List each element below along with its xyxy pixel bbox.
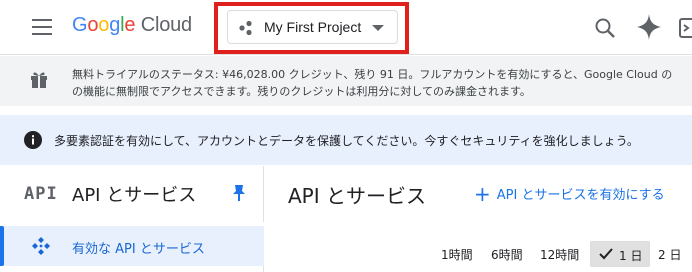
check-icon (599, 248, 613, 260)
time-range-6h[interactable]: 6時間 (491, 246, 523, 263)
time-range-1d-label: 1 日 (619, 249, 643, 263)
logo-letter: o (98, 14, 110, 36)
logo-product: Cloud (140, 14, 192, 36)
google-cloud-logo[interactable]: Google Cloud (72, 14, 192, 37)
top-bar: Google Cloud My First Project (0, 0, 692, 55)
gemini-spark-icon[interactable] (637, 14, 661, 40)
sidebar-item-enabled-apis[interactable]: 有効な API とサービス (0, 226, 264, 266)
logo-letter: o (87, 14, 99, 36)
trial-status-text: 無料トライアルのステータス: ¥46,028.00 クレジット、残り 91 日。… (72, 68, 673, 81)
logo-letter: G (72, 14, 88, 36)
enable-apis-label: API とサービスを有効にする (496, 188, 665, 203)
enable-apis-button[interactable]: + API とサービスを有効にする (474, 182, 665, 206)
time-range-1h[interactable]: 1時間 (441, 246, 473, 263)
api-logo-icon: API (24, 184, 58, 204)
sidebar-title: API とサービス (72, 185, 197, 206)
logo-letter: e (124, 14, 136, 36)
logo-letter: g (109, 14, 121, 36)
mfa-banner: 多要素認証を有効にして、アカウントとデータを保護してください。今すぐセキュリティ… (0, 115, 692, 165)
sidebar-header: API API とサービス (0, 166, 264, 222)
highlight-box (214, 2, 409, 54)
page-title: API とサービス (288, 184, 426, 208)
mfa-message: 多要素認証を有効にして、アカウントとデータを保護してください。今すぐセキュリティ… (54, 134, 639, 148)
time-range-2d[interactable]: 2 日 (658, 246, 681, 263)
time-range-12h[interactable]: 12時間 (540, 246, 579, 263)
free-trial-banner: 無料トライアルのステータス: ¥46,028.00 クレジット、残り 91 日。… (0, 56, 692, 106)
sidebar-item-label: 有効な API とサービス (72, 242, 205, 257)
plus-icon: + (474, 182, 491, 206)
search-icon[interactable] (594, 17, 616, 39)
pin-icon[interactable] (232, 184, 246, 202)
gift-icon (31, 72, 47, 88)
trial-status-text-line2: の機能に無制限でアクセスできます。残りのクレジットは利用分に対してのみ課金されま… (72, 85, 531, 98)
info-icon (24, 131, 42, 149)
sidebar-divider (0, 266, 264, 272)
cloud-shell-icon[interactable] (679, 17, 692, 39)
api-diamond-icon (32, 237, 50, 255)
time-range-1d[interactable]: 1 日 (590, 241, 650, 267)
menu-icon[interactable] (32, 19, 52, 35)
